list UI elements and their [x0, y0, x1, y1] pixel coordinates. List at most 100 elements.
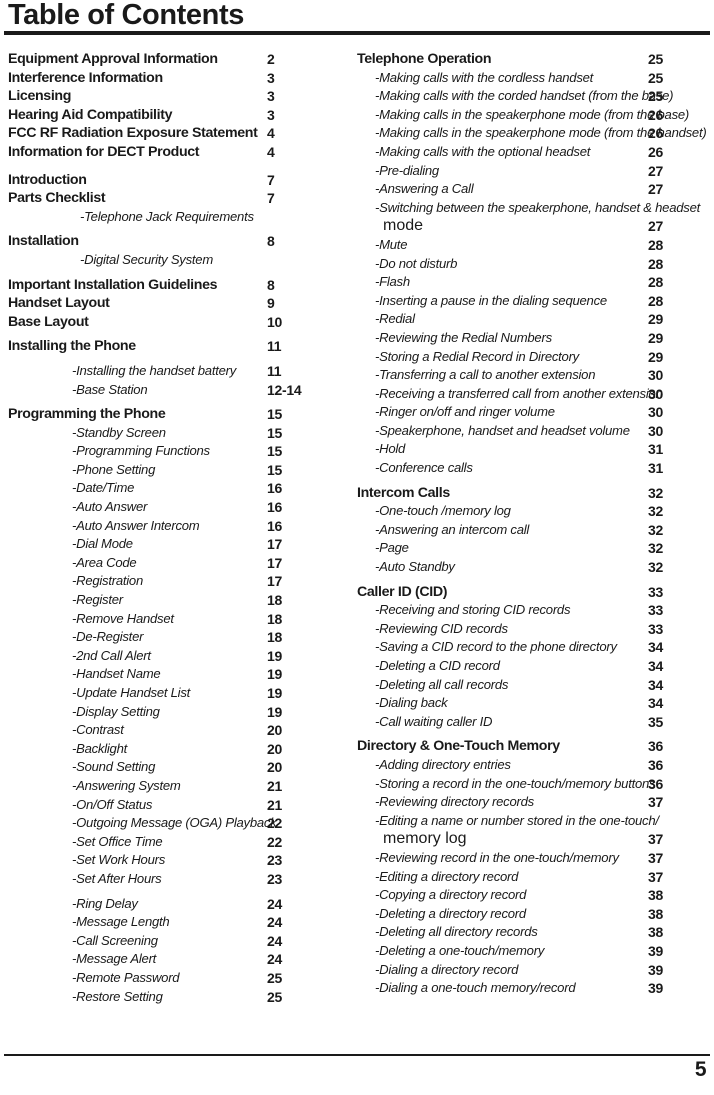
toc-entry-sub[interactable]: -Backlight 20 — [8, 740, 345, 759]
toc-entry-sub[interactable]: -Set Work Hours 23 — [8, 851, 345, 870]
toc-entry-sub[interactable]: -Reviewing CID records 33 — [345, 620, 714, 639]
toc-entry-sub[interactable]: -Message Alert 24 — [8, 950, 345, 969]
toc-entry-sub[interactable]: -Dialing back 34 — [345, 694, 714, 713]
toc-entry-sub[interactable]: -Storing a record in the one-touch/memor… — [345, 775, 714, 794]
toc-entry-sub[interactable]: -Saving a CID record to the phone direct… — [345, 638, 714, 657]
toc-entry-sub[interactable]: -Programming Functions 15 — [8, 442, 345, 461]
toc-entry-sub[interactable]: -Call Screening 24 — [8, 932, 345, 951]
toc-entry-sub[interactable]: memory log 37 — [345, 830, 714, 849]
toc-entry-sub[interactable]: -Making calls in the speakerphone mode (… — [345, 106, 714, 125]
toc-entry-major[interactable]: Hearing Aid Compatibility 3 — [8, 106, 345, 125]
toc-entry-sub[interactable]: -2nd Call Alert 19 — [8, 647, 345, 666]
toc-entry-sub[interactable]: -Mute 28 — [345, 236, 714, 255]
toc-entry-sub[interactable]: -Display Setting 19 — [8, 703, 345, 722]
toc-entry-sub[interactable]: -Standby Screen 15 — [8, 424, 345, 443]
toc-entry-sub[interactable]: -Making calls with the cordless handset 2… — [345, 69, 714, 88]
toc-entry-sub[interactable]: -Pre-dialing 27 — [345, 162, 714, 181]
toc-entry-sub[interactable]: -Set After Hours 23 — [8, 870, 345, 889]
toc-entry-sub[interactable]: -Speakerphone, handset and headset volum… — [345, 422, 714, 441]
toc-entry-sub[interactable]: -Page 32 — [345, 539, 714, 558]
toc-entry-sub[interactable]: -Call waiting caller ID 35 — [345, 713, 714, 732]
toc-entry-sub[interactable]: -Inserting a pause in the dialing sequen… — [345, 292, 714, 311]
toc-entry-sub[interactable]: -Dialing a directory record 39 — [345, 961, 714, 980]
toc-entry-sub[interactable]: -Receiving and storing CID records 33 — [345, 601, 714, 620]
toc-entry-sub[interactable]: -Receiving a transferred call from anoth… — [345, 385, 714, 404]
toc-entry-major[interactable]: Interference Information 3 — [8, 69, 345, 88]
toc-entry-sub[interactable]: -Reviewing the Redial Numbers 29 — [345, 329, 714, 348]
toc-entry-major[interactable]: Equipment Approval Information 2 — [8, 50, 345, 69]
toc-entry-sub[interactable]: -Auto Answer 16 — [8, 498, 345, 517]
toc-entry-major[interactable]: Important Installation Guidelines 8 — [8, 276, 345, 295]
toc-entry-major[interactable]: Base Layout 10 — [8, 313, 345, 332]
toc-entry-sub[interactable]: -Deleting a CID record 34 — [345, 657, 714, 676]
toc-entry-sub[interactable]: -Ring Delay 24 — [8, 895, 345, 914]
toc-entry-sub[interactable]: -Editing a name or number stored in the … — [345, 812, 714, 831]
toc-entry-major[interactable]: Telephone Operation 25 — [345, 50, 714, 69]
toc-entry-sub[interactable]: -Deleting all directory records 38 — [345, 923, 714, 942]
toc-entry-major[interactable]: Installing the Phone 11 — [8, 337, 345, 356]
toc-entry-sub[interactable]: -Reviewing directory records 37 — [345, 793, 714, 812]
toc-entry-major[interactable]: Handset Layout 9 — [8, 294, 345, 313]
toc-entry-sub[interactable]: -Phone Setting 15 — [8, 461, 345, 480]
toc-entry-major[interactable]: Caller ID (CID) 33 — [345, 583, 714, 602]
toc-entry-major[interactable]: Licensing 3 — [8, 87, 345, 106]
toc-entry-sub[interactable]: -One-touch /memory log 32 — [345, 502, 714, 521]
toc-entry-sub[interactable]: -Adding directory entries 36 — [345, 756, 714, 775]
toc-entry-sub[interactable]: -Date/Time 16 — [8, 479, 345, 498]
toc-entry-major[interactable]: Programming the Phone 15 — [8, 405, 345, 424]
toc-entry-sub[interactable]: -Register 18 — [8, 591, 345, 610]
toc-entry-sub[interactable]: -Remote Password 25 — [8, 969, 345, 988]
toc-entry-sub[interactable]: -Auto Standby 32 — [345, 558, 714, 577]
toc-entry-sub[interactable]: -Base Station 12-14 — [8, 381, 345, 400]
toc-entry-sub[interactable]: -Telephone Jack Requirements — [8, 208, 345, 227]
toc-entry-sub[interactable]: -Answering a Call 27 — [345, 180, 714, 199]
toc-entry-sub[interactable]: -Making calls in the speakerphone mode (… — [345, 124, 714, 143]
toc-entry-major[interactable]: Introduction 7 — [8, 171, 345, 190]
toc-entry-sub[interactable]: -Deleting all call records 34 — [345, 676, 714, 695]
toc-entry-sub[interactable]: -Message Length 24 — [8, 913, 345, 932]
toc-entry-sub[interactable]: -Making calls with the corded handset (f… — [345, 87, 714, 106]
toc-entry-sub[interactable]: -Redial 29 — [345, 310, 714, 329]
toc-entry-sub[interactable]: -Answering System 21 — [8, 777, 345, 796]
toc-entry-sub[interactable]: -Handset Name 19 — [8, 665, 345, 684]
toc-entry-major[interactable]: Directory & One-Touch Memory 36 — [345, 737, 714, 756]
toc-entry-sub[interactable]: -Answering an intercom call 32 — [345, 521, 714, 540]
toc-entry-sub[interactable]: -Restore Setting 25 — [8, 988, 345, 1007]
toc-entry-sub[interactable]: -Registration 17 — [8, 572, 345, 591]
toc-entry-sub[interactable]: -Copying a directory record 38 — [345, 886, 714, 905]
toc-entry-sub[interactable]: -Making calls with the optional headset 2… — [345, 143, 714, 162]
toc-entry-sub[interactable]: -On/Off Status 21 — [8, 796, 345, 815]
toc-entry-sub[interactable]: -Set Office Time 22 — [8, 833, 345, 852]
toc-entry-sub[interactable]: -Remove Handset 18 — [8, 610, 345, 629]
toc-entry-page-number: 27 — [648, 181, 663, 198]
toc-entry-major[interactable]: Installation 8 — [8, 232, 345, 251]
toc-entry-sub[interactable]: -Reviewing record in the one-touch/memor… — [345, 849, 714, 868]
toc-entry-sub[interactable]: -Ringer on/off and ringer volume 30 — [345, 403, 714, 422]
toc-entry-major[interactable]: Intercom Calls 32 — [345, 484, 714, 503]
toc-entry-sub[interactable]: -Update Handset List 19 — [8, 684, 345, 703]
toc-entry-sub[interactable]: -Switching between the speakerphone, han… — [345, 199, 714, 218]
toc-entry-sub[interactable]: -Auto Answer Intercom 16 — [8, 517, 345, 536]
toc-entry-sub[interactable]: -Deleting a one-touch/memory 39 — [345, 942, 714, 961]
toc-entry-sub[interactable]: -Conference calls 31 — [345, 459, 714, 478]
toc-entry-sub[interactable]: -Editing a directory record 37 — [345, 868, 714, 887]
toc-entry-sub[interactable]: -Outgoing Message (OGA) Playback 22 — [8, 814, 345, 833]
toc-entry-sub[interactable]: -Do not disturb 28 — [345, 255, 714, 274]
toc-entry-major[interactable]: Parts Checklist 7 — [8, 189, 345, 208]
toc-entry-sub[interactable]: -Area Code 17 — [8, 554, 345, 573]
toc-entry-sub[interactable]: -Contrast 20 — [8, 721, 345, 740]
toc-entry-sub[interactable]: -Digital Security System — [8, 251, 345, 270]
toc-entry-sub[interactable]: -Sound Setting 20 — [8, 758, 345, 777]
toc-entry-sub[interactable]: -Transferring a call to another extensio… — [345, 366, 714, 385]
toc-entry-sub[interactable]: -Storing a Redial Record in Directory 29 — [345, 348, 714, 367]
toc-entry-major[interactable]: Information for DECT Product 4 — [8, 143, 345, 162]
toc-entry-sub[interactable]: -Deleting a directory record 38 — [345, 905, 714, 924]
toc-entry-sub[interactable]: -Dialing a one-touch memory/record 39 — [345, 979, 714, 998]
toc-entry-sub[interactable]: -De-Register 18 — [8, 628, 345, 647]
toc-entry-sub[interactable]: -Hold 31 — [345, 440, 714, 459]
toc-entry-major[interactable]: FCC RF Radiation Exposure Statement 4 — [8, 124, 345, 143]
toc-entry-sub[interactable]: -Installing the handset battery 11 — [8, 362, 345, 381]
toc-entry-sub[interactable]: -Dial Mode 17 — [8, 535, 345, 554]
toc-entry-sub[interactable]: -Flash 28 — [345, 273, 714, 292]
toc-entry-sub[interactable]: mode 27 — [345, 217, 714, 236]
